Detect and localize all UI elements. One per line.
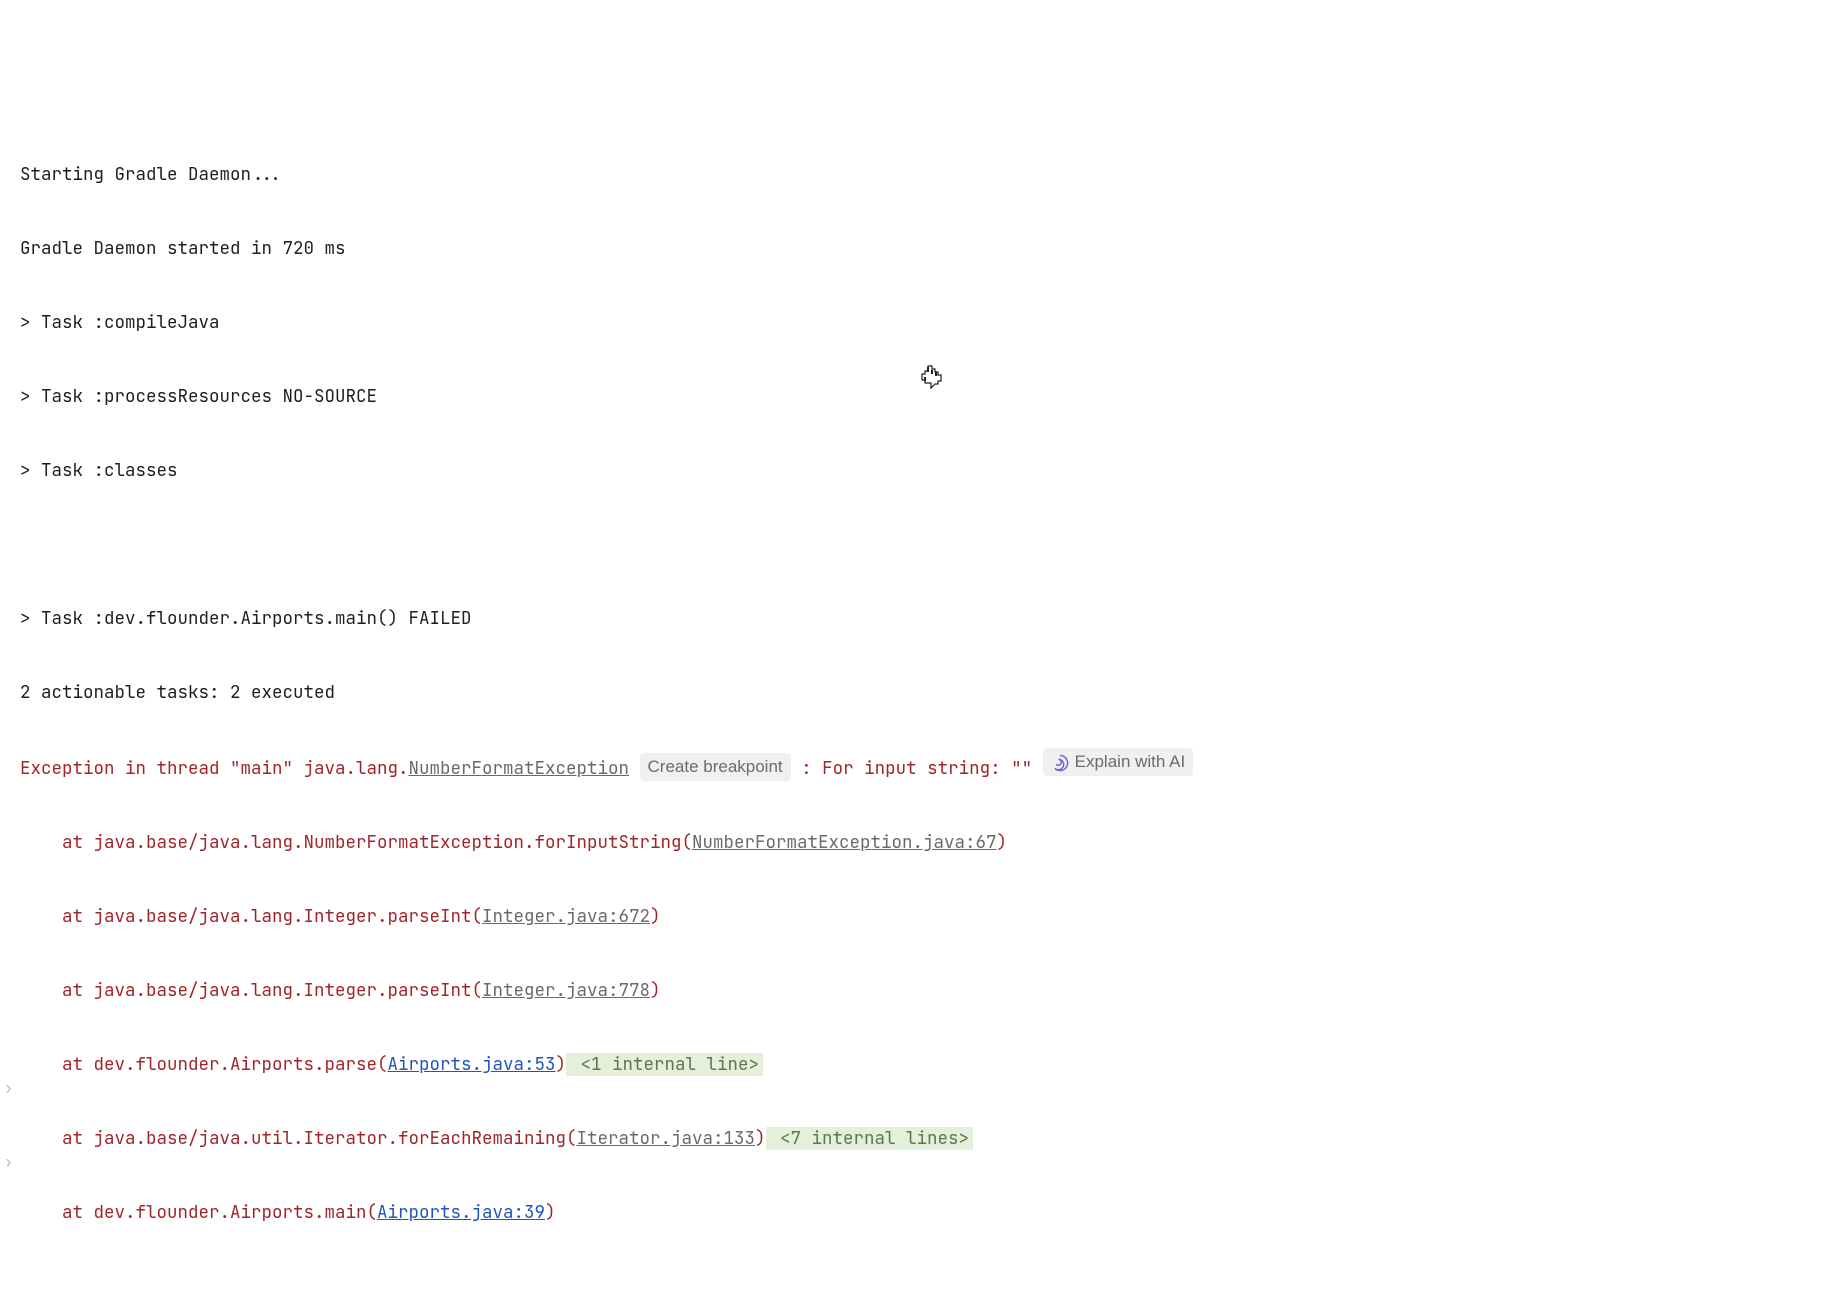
stack-frame: at java.base/java.lang.NumberFormatExcep… [20,824,1840,861]
console-line [20,526,1840,563]
log-text: 2 actionable tasks: 2 executed [20,681,335,704]
fold-toggle-icon[interactable]: › [4,1144,13,1181]
exception-message: : For input string: "" [791,757,1033,780]
fold-toggle-icon[interactable]: › [4,1070,13,1107]
source-link[interactable]: Iterator.java:133 [577,1127,756,1150]
log-text: > Task :dev.flounder.Airports.main() FAI… [20,607,472,630]
console-line: > Task :processResources NO-SOURCE [20,378,1840,415]
console-line: > Task :classes [20,452,1840,489]
stack-text: at dev.flounder.Airports.parse( [20,1053,388,1076]
log-text: Gradle Daemon started in 720 ms [20,237,346,260]
stack-text: at java.base/java.lang.NumberFormatExcep… [20,831,692,854]
console-line: > Task :dev.flounder.Airports.main() FAI… [20,600,1840,637]
ai-spiral-icon [1051,753,1069,771]
log-text: Starting Gradle Daemon... [20,163,283,186]
internal-lines-fold[interactable]: <7 internal lines> [766,1127,974,1150]
console-line: Starting Gradle Daemon... [20,156,1840,193]
stack-text: ) [650,905,661,928]
source-link[interactable]: Integer.java:672 [482,905,650,928]
stack-text: ) [556,1053,567,1076]
stack-text: ) [650,979,661,1002]
stack-frame: › at java.base/java.util.Iterator.forEac… [20,1120,1840,1157]
source-link[interactable]: Integer.java:778 [482,979,650,1002]
source-link[interactable]: NumberFormatException.java:67 [692,831,997,854]
stack-text: ) [997,831,1008,854]
console-line: 2 actionable tasks: 2 executed [20,674,1840,711]
source-link[interactable]: Airports.java:53 [388,1053,556,1076]
stack-text: at dev.flounder.Airports.main( [20,1201,377,1224]
explain-with-ai-button[interactable]: Explain with AI [1043,748,1194,776]
exception-class-link[interactable]: NumberFormatException [409,757,630,780]
internal-lines-fold[interactable]: <1 internal line> [566,1053,763,1076]
stack-frame: at java.base/java.lang.Integer.parseInt(… [20,972,1840,1009]
create-breakpoint-button[interactable]: Create breakpoint [640,753,791,781]
exception-prefix: Exception in thread "main" java.lang. [20,757,409,780]
log-text: > Task :processResources NO-SOURCE [20,385,377,408]
console-line: Gradle Daemon started in 720 ms [20,230,1840,267]
log-text: > Task :classes [20,459,178,482]
exception-line: Exception in thread "main" java.lang.Num… [20,748,1840,787]
stack-frame: at java.base/java.lang.Integer.parseInt(… [20,898,1840,935]
stack-text: ) [545,1201,556,1224]
console-line: > Task :compileJava [20,304,1840,341]
log-text: > Task :compileJava [20,311,220,334]
stack-text: at java.base/java.lang.Integer.parseInt( [20,905,482,928]
source-link[interactable]: Airports.java:39 [377,1201,545,1224]
stack-text: at java.base/java.lang.Integer.parseInt( [20,979,482,1002]
stack-text: at java.base/java.util.Iterator.forEachR… [20,1127,577,1150]
explain-ai-label: Explain with AI [1075,748,1186,776]
stack-frame: › at dev.flounder.Airports.parse(Airport… [20,1046,1840,1083]
stack-text: ) [755,1127,766,1150]
stack-frame: at dev.flounder.Airports.main(Airports.j… [20,1194,1840,1231]
